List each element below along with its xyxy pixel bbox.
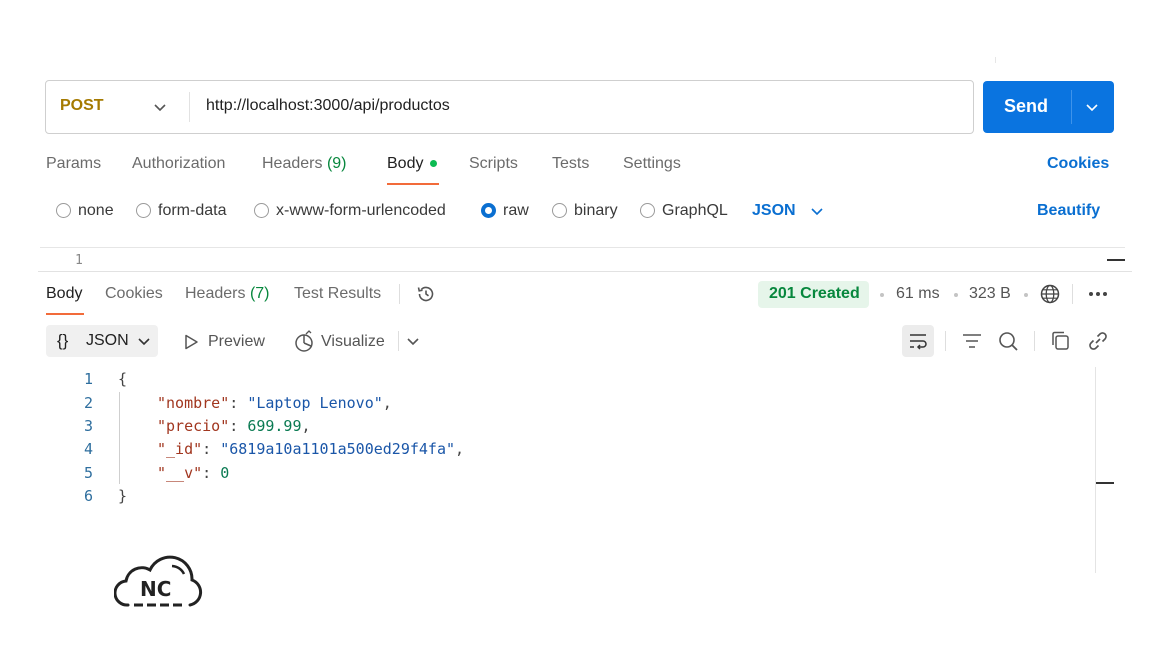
radio-urlencoded-label[interactable]: x-www-form-urlencoded	[276, 202, 446, 220]
play-icon[interactable]	[182, 333, 200, 351]
radio-graphql-label[interactable]: GraphQL	[662, 202, 728, 220]
radio-binary-label[interactable]: binary	[574, 202, 618, 220]
resize-handle[interactable]	[1107, 259, 1125, 261]
json-value: "Laptop Lenovo"	[247, 394, 383, 412]
indent-guide	[119, 392, 120, 484]
json-value: 699.99	[247, 417, 302, 435]
json-key: "__v"	[157, 464, 203, 482]
logo-text: NC	[140, 577, 172, 601]
divider	[398, 331, 399, 351]
headers-count: (9)	[326, 155, 347, 172]
tab-headers-label: Headers	[262, 155, 323, 172]
line-number: 5	[83, 464, 93, 482]
chevron-down-icon[interactable]	[405, 333, 421, 349]
line-number: 1	[83, 370, 93, 388]
history-icon[interactable]	[415, 283, 437, 305]
filter-icon[interactable]	[961, 330, 983, 352]
json-key: "_id"	[157, 440, 203, 458]
response-headers-count: (7)	[249, 285, 270, 302]
status-code[interactable]: 201 Created	[769, 285, 860, 303]
method-select[interactable]: POST	[60, 97, 104, 115]
link-icon[interactable]	[1087, 330, 1109, 352]
json-value: 0	[220, 464, 230, 482]
json-line: "__v": 0	[157, 464, 230, 482]
radio-raw-label[interactable]: raw	[503, 202, 529, 220]
tab-authorization[interactable]: Authorization	[132, 155, 225, 173]
response-tab-cookies[interactable]: Cookies	[105, 285, 163, 303]
radio-graphql[interactable]	[640, 203, 655, 218]
tab-params[interactable]: Params	[46, 155, 101, 173]
globe-icon[interactable]	[1039, 283, 1061, 305]
response-tab-headers-label: Headers	[185, 285, 246, 302]
line-number: 2	[83, 394, 93, 412]
visualize-button[interactable]: Visualize	[321, 333, 385, 351]
visualize-icon[interactable]	[292, 330, 316, 354]
tab-settings[interactable]: Settings	[623, 155, 681, 173]
divider	[945, 331, 946, 351]
copy-icon[interactable]	[1050, 330, 1072, 352]
body-modified-dot	[430, 160, 437, 167]
response-tab-body[interactable]: Body	[46, 285, 82, 303]
resize-handle[interactable]	[1096, 482, 1114, 484]
line-number: 3	[83, 417, 93, 435]
chevron-down-icon[interactable]	[1084, 99, 1100, 115]
separator-dot	[1024, 293, 1028, 297]
radio-none-label[interactable]: none	[78, 202, 114, 220]
separator-dot	[880, 293, 884, 297]
radio-form-data-label[interactable]: form-data	[158, 202, 226, 220]
request-editor-line-number: 1	[75, 253, 83, 265]
json-key: "nombre"	[157, 394, 230, 412]
chevron-down-icon[interactable]	[136, 333, 152, 349]
separator-dot	[954, 293, 958, 297]
response-size[interactable]: 323 B	[969, 285, 1011, 303]
divider	[1034, 331, 1035, 351]
wrap-lines-icon[interactable]	[907, 330, 929, 352]
url-bar	[45, 80, 974, 134]
radio-binary[interactable]	[552, 203, 567, 218]
json-key: "precio"	[157, 417, 230, 435]
json-line: "precio": 699.99,	[157, 417, 311, 435]
braces-icon: {}	[57, 331, 69, 350]
tab-scripts[interactable]: Scripts	[469, 155, 518, 173]
active-tab-indicator	[46, 313, 84, 315]
json-line: "nombre": "Laptop Lenovo",	[157, 394, 392, 412]
json-value: "6819a10a1101a500ed29f4fa"	[220, 440, 456, 458]
search-icon[interactable]	[997, 330, 1019, 352]
line-number: 6	[83, 487, 93, 505]
response-format-label[interactable]: JSON	[86, 332, 129, 350]
scrollbar-track[interactable]	[1095, 367, 1096, 573]
json-line: "_id": "6819a10a1101a500ed29f4fa",	[157, 440, 465, 458]
divider	[189, 92, 190, 122]
chevron-down-icon[interactable]	[152, 99, 168, 115]
body-language-select[interactable]: JSON	[752, 202, 796, 220]
pane-divider[interactable]	[38, 271, 1132, 272]
beautify-button[interactable]: Beautify	[1037, 202, 1100, 220]
active-tab-indicator	[387, 183, 439, 185]
response-tab-headers[interactable]: Headers (7)	[185, 285, 270, 303]
url-input[interactable]: http://localhost:3000/api/productos	[206, 97, 450, 115]
tab-tests[interactable]: Tests	[552, 155, 589, 173]
response-tab-test-results[interactable]: Test Results	[294, 285, 381, 303]
more-options-icon[interactable]	[1087, 287, 1109, 301]
json-open-brace: {	[118, 370, 128, 388]
divider	[1072, 284, 1073, 304]
response-time[interactable]: 61 ms	[896, 285, 940, 303]
radio-none[interactable]	[56, 203, 71, 218]
divider	[399, 284, 400, 304]
radio-raw[interactable]	[481, 203, 496, 218]
cookies-link[interactable]: Cookies	[1047, 155, 1109, 173]
preview-button[interactable]: Preview	[208, 333, 265, 351]
divider	[995, 57, 996, 63]
divider	[1071, 90, 1072, 124]
chevron-down-icon[interactable]	[809, 203, 825, 219]
line-number: 4	[83, 440, 93, 458]
json-close-brace: }	[118, 487, 128, 505]
radio-form-data[interactable]	[136, 203, 151, 218]
tab-headers[interactable]: Headers (9)	[262, 155, 347, 173]
radio-urlencoded[interactable]	[254, 203, 269, 218]
send-button-label[interactable]: Send	[1004, 96, 1048, 117]
tab-body[interactable]: Body	[387, 155, 423, 173]
divider	[40, 247, 1125, 248]
